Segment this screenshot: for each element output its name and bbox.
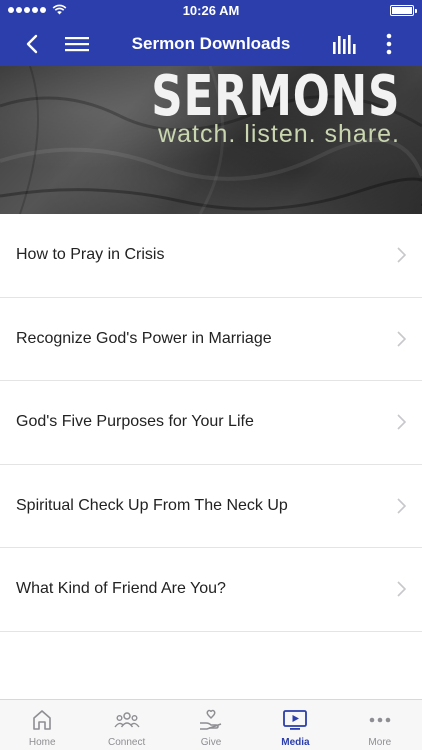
tab-label: Connect — [107, 737, 146, 748]
tab-home[interactable]: Home — [0, 700, 84, 750]
home-icon — [33, 710, 52, 730]
chevron-right-icon — [397, 414, 406, 430]
tab-label: Home — [28, 737, 56, 748]
sermon-title: What Kind of Friend Are You? — [16, 580, 226, 598]
sermon-list-item[interactable]: God's Five Purposes for Your Life — [0, 381, 422, 465]
tab-connect[interactable]: Connect — [84, 700, 168, 750]
equalizer-icon — [333, 35, 356, 54]
banner-tagline: watch. listen. share. — [158, 120, 400, 148]
status-bar: 10:26 AM — [0, 0, 422, 22]
vertical-ellipsis-icon — [386, 33, 392, 55]
sermon-title: Recognize God's Power in Marriage — [16, 329, 272, 347]
tab-media[interactable]: Media — [253, 700, 337, 750]
chevron-left-icon — [26, 34, 38, 54]
sermon-title: God's Five Purposes for Your Life — [16, 413, 254, 431]
sermon-list-item[interactable]: Recognize God's Power in Marriage — [0, 297, 422, 381]
more-options-button[interactable] — [376, 22, 402, 66]
chevron-right-icon — [397, 331, 406, 347]
sermon-title: How to Pray in Crisis — [16, 246, 165, 264]
tab-label: Media — [281, 737, 310, 748]
hamburger-menu-icon — [65, 37, 89, 52]
chevron-right-icon — [397, 498, 406, 514]
tab-label: More — [368, 737, 392, 748]
nav-bar: Sermon Downloads — [0, 22, 422, 66]
sermon-list-item[interactable]: How to Pray in Crisis — [0, 214, 422, 298]
media-icon — [283, 710, 308, 730]
tab-bar: Home Connect Give Media More — [0, 699, 422, 750]
chevron-right-icon — [397, 247, 406, 263]
battery-icon — [390, 5, 417, 16]
sermon-title: Spiritual Check Up From The Neck Up — [16, 496, 288, 514]
tab-give[interactable]: Give — [169, 700, 253, 750]
more-icon — [369, 717, 391, 723]
sermon-list-item[interactable]: Spiritual Check Up From The Neck Up — [0, 464, 422, 548]
audio-levels-button[interactable] — [330, 22, 360, 66]
tab-label: Give — [200, 737, 222, 748]
menu-button[interactable] — [62, 22, 92, 66]
give-hand-icon — [200, 709, 222, 730]
sermons-banner: SERMONS watch. listen. share. — [0, 66, 422, 214]
people-icon — [114, 712, 140, 728]
tab-more[interactable]: More — [338, 700, 422, 750]
status-time: 10:26 AM — [182, 3, 240, 18]
back-button[interactable] — [18, 22, 46, 66]
sermon-list: How to Pray in Crisis Recognize God's Po… — [0, 214, 422, 632]
chevron-right-icon — [397, 581, 406, 597]
sermon-list-item[interactable]: What Kind of Friend Are You? — [0, 548, 422, 632]
page-title: Sermon Downloads — [131, 34, 291, 53]
